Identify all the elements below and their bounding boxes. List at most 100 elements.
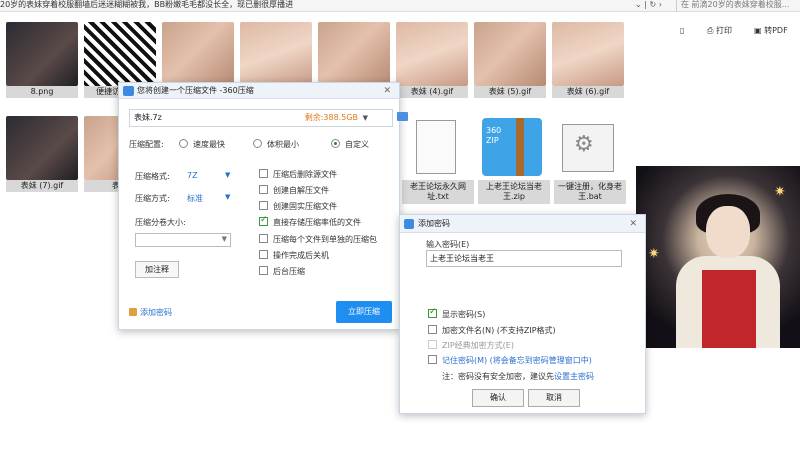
add-comment-button[interactable]: 加注释 bbox=[135, 261, 179, 278]
file-tile[interactable]: 表妹 (4).gif bbox=[396, 22, 468, 98]
zip-icon-text: 360 ZIP bbox=[486, 126, 501, 146]
self-extract-checkbox[interactable] bbox=[259, 185, 268, 194]
compress-now-button[interactable]: 立即压缩 bbox=[336, 301, 392, 323]
chevron-right-icon[interactable]: › bbox=[659, 0, 662, 9]
photo-thumbnail bbox=[474, 22, 546, 86]
background-checkbox[interactable] bbox=[259, 266, 268, 275]
free-space: 剩余:388.5GB bbox=[304, 113, 358, 122]
radio-fastest-label: 速度最快 bbox=[193, 140, 225, 149]
bat-file-icon: ⚙ bbox=[554, 116, 626, 180]
zip-icon-line2: ZIP bbox=[486, 136, 499, 145]
option-label: 后台压缩 bbox=[273, 267, 305, 276]
file-label: 表妹 (6).gif bbox=[552, 86, 624, 98]
delete-source-checkbox[interactable] bbox=[259, 169, 268, 178]
show-password-label: 显示密码(S) bbox=[442, 310, 486, 319]
app-logo-icon bbox=[404, 219, 414, 229]
window-controls: ⌄ | ↻ › bbox=[635, 0, 671, 12]
option-label: 操作完成后关机 bbox=[273, 251, 329, 260]
divider: | bbox=[644, 0, 647, 9]
print-label: 打印 bbox=[715, 26, 732, 35]
dialog-header: 添加密码 ✕ bbox=[400, 215, 645, 233]
separate-archives-checkbox[interactable] bbox=[259, 234, 268, 243]
method-select[interactable]: 标准 ▼ bbox=[187, 193, 231, 204]
password-input[interactable]: 上老王论坛当老王 bbox=[426, 250, 622, 267]
file-label: 上老王论坛当老王.zip bbox=[478, 180, 550, 204]
zip-classic-checkbox[interactable] bbox=[428, 340, 437, 349]
store-low-ratio-checkbox[interactable] bbox=[259, 215, 268, 226]
filename-value: 表妹.7z bbox=[134, 113, 162, 122]
convert-pdf-button[interactable]: ▣ 转PDF bbox=[754, 24, 788, 38]
file-tile[interactable]: 表妹 (7).gif bbox=[6, 116, 78, 192]
option-label: 压缩每个文件到单独的压缩包 bbox=[273, 235, 377, 244]
text-file-icon bbox=[402, 116, 474, 180]
photo-thumbnail bbox=[396, 22, 468, 86]
dialog-header: 您将创建一个压缩文件 -360压缩 ✕ bbox=[119, 83, 399, 99]
radio-smallest[interactable] bbox=[253, 139, 262, 148]
zip-classic-label: ZIP经典加密方式(E) bbox=[442, 341, 514, 350]
sparkler-icon: ✷ bbox=[648, 246, 660, 262]
screen: 20岁的表妹穿着校服翻墙后迷迷糊糊被我，BB粉嫩毛毛都没长全，现已删很厚播进 ⌄… bbox=[0, 0, 800, 449]
file-label: 表妹 (5).gif bbox=[474, 86, 546, 98]
split-size-label: 压缩分卷大小: bbox=[135, 218, 186, 227]
gear-icon: ⚙ bbox=[574, 132, 594, 157]
encrypt-names-label: 加密文件名(N) (不支持ZIP格式) bbox=[442, 326, 556, 335]
view-icon[interactable]: ▯ bbox=[680, 24, 684, 38]
file-tile[interactable]: 表妹 (5).gif bbox=[474, 22, 546, 98]
format-label: 压缩格式: bbox=[135, 172, 170, 181]
app-logo-icon bbox=[123, 86, 134, 96]
show-password-checkbox[interactable] bbox=[428, 307, 437, 318]
radio-fastest[interactable] bbox=[179, 139, 188, 148]
password-input-label: 输入密码(E) bbox=[426, 240, 470, 249]
file-tile[interactable]: 老王论坛永久网址.txt bbox=[402, 116, 474, 204]
file-tile[interactable]: 360 ZIP 上老王论坛当老王.zip bbox=[478, 116, 550, 204]
filename-input[interactable]: 表妹.7z 剩余:388.5GB ▼ bbox=[129, 109, 408, 127]
file-label: 老王论坛永久网址.txt bbox=[402, 180, 474, 204]
option-label: 压缩后删除源文件 bbox=[273, 170, 337, 179]
file-label: 一键注册，化身老王.bat bbox=[554, 180, 626, 204]
chevron-down-icon: ▼ bbox=[221, 235, 227, 243]
add-password-link[interactable]: 添加密码 bbox=[129, 307, 172, 318]
search-input[interactable]: 在 前滴20岁的表妹穿着校服... bbox=[676, 0, 800, 12]
zip-icon-line1: 360 bbox=[486, 126, 502, 135]
chevron-down-icon: ▼ bbox=[225, 171, 231, 179]
confirm-button[interactable]: 确认 bbox=[472, 389, 524, 407]
photo-thumbnail bbox=[552, 22, 624, 86]
folder-icon[interactable] bbox=[397, 112, 408, 121]
note-text: 注：密码没有安全加密，建议先 bbox=[442, 372, 554, 381]
close-icon[interactable]: ✕ bbox=[383, 83, 391, 99]
shutdown-checkbox[interactable] bbox=[259, 250, 268, 259]
browser-top-bar: 20岁的表妹穿着校服翻墙后迷迷糊糊被我，BB粉嫩毛毛都没长全，现已删很厚播进 ⌄… bbox=[0, 0, 800, 12]
dialog-title: 添加密码 bbox=[418, 219, 450, 228]
photo-thumbnail bbox=[162, 22, 234, 86]
chevron-down-icon[interactable]: ⌄ bbox=[635, 0, 642, 9]
refresh-icon[interactable]: ↻ bbox=[650, 0, 657, 9]
method-label: 压缩方式: bbox=[135, 194, 170, 203]
radio-custom[interactable] bbox=[331, 139, 340, 148]
radio-smallest-label: 体积最小 bbox=[267, 140, 299, 149]
close-icon[interactable]: ✕ bbox=[629, 215, 637, 233]
file-label: 表妹 (4).gif bbox=[396, 86, 468, 98]
file-label: 表妹 (7).gif bbox=[6, 180, 78, 192]
option-label: 直接存储压缩率低的文件 bbox=[273, 218, 361, 227]
set-master-password-link[interactable]: 设置主密码 bbox=[554, 372, 594, 381]
solid-archive-checkbox[interactable] bbox=[259, 201, 268, 210]
file-tile[interactable]: 8.png bbox=[6, 22, 78, 98]
cancel-button[interactable]: 取消 bbox=[528, 389, 580, 407]
photo-thumbnail bbox=[318, 22, 390, 86]
photo-thumbnail bbox=[6, 116, 78, 180]
radio-custom-label: 自定义 bbox=[345, 140, 369, 149]
remember-password-checkbox[interactable] bbox=[428, 355, 437, 364]
pdf-icon: ▣ bbox=[754, 26, 765, 35]
printer-icon: ⎙ bbox=[707, 26, 716, 35]
print-button[interactable]: ⎙ 打印 bbox=[707, 24, 732, 38]
chevron-down-icon[interactable]: ▼ bbox=[363, 110, 368, 126]
file-tile[interactable]: 表妹 (6).gif bbox=[552, 22, 624, 98]
photo-thumbnail bbox=[6, 22, 78, 86]
split-size-combo[interactable]: ▼ bbox=[135, 233, 231, 247]
format-select[interactable]: 7Z ▼ bbox=[187, 171, 231, 180]
encrypt-names-checkbox[interactable] bbox=[428, 325, 437, 334]
photo-thumbnail bbox=[240, 22, 312, 86]
file-tile[interactable]: ⚙ 一键注册，化身老王.bat bbox=[554, 116, 626, 204]
compress-dialog: 您将创建一个压缩文件 -360压缩 ✕ 表妹.7z 剩余:388.5GB ▼ 压… bbox=[118, 82, 408, 330]
option-label: 创建固实压缩文件 bbox=[273, 202, 337, 211]
